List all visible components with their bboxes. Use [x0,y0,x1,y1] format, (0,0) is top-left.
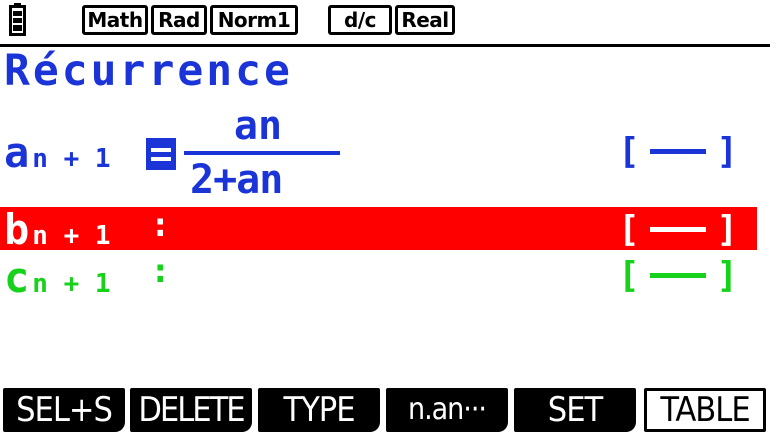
f5-set-button[interactable]: SET [514,388,636,432]
recurrence-row-a[interactable]: an + 1 [ ] [0,110,756,206]
status-bar: Math Rad Norm1 d/c Real [0,0,770,44]
fraction-numerator[interactable]: an [228,104,288,148]
equals-cursor [146,138,176,170]
f6-table-button[interactable]: TABLE [644,388,766,432]
row-c-line-style[interactable]: [ ] [618,255,738,296]
angle-mode-indicator: Rad [151,5,207,35]
row-a-line-style[interactable]: [ ] [618,131,738,172]
f3-type-button[interactable]: TYPE [258,388,380,432]
f2-delete-button[interactable]: DELETE [130,388,252,432]
recurrence-row-b-selected[interactable]: bn + 1 : [ ] [0,205,757,254]
recurrence-row-c[interactable]: cn + 1 : [ ] [0,251,756,302]
row-c-label: cn + 1 [4,253,111,302]
line-style-swatch [649,226,707,232]
row-b-label: bn + 1 [4,205,111,254]
row-b-colon: : [150,205,171,245]
f1-sel-s-button[interactable]: SEL+S [3,388,125,432]
display-mode-indicator: Norm1 [210,5,298,35]
f4-n-an-button[interactable]: n.an··· [386,388,508,432]
complex-mode-indicator: Real [395,5,455,35]
fraction-bar [184,151,340,155]
line-style-swatch [649,272,707,278]
line-style-swatch [649,148,707,154]
math-mode-indicator: Math [82,5,148,35]
row-c-colon: : [150,251,171,291]
row-a-label: an + 1 [4,128,111,177]
fraction-mode-indicator: d/c [328,5,392,35]
fraction-denominator[interactable]: 2+an [190,158,340,202]
battery-icon [9,3,26,36]
function-key-bar: SEL+S DELETE TYPE n.an··· SET TABLE [0,388,770,434]
page-title: Récurrence [4,46,293,96]
row-b-line-style[interactable]: [ ] [618,209,738,250]
